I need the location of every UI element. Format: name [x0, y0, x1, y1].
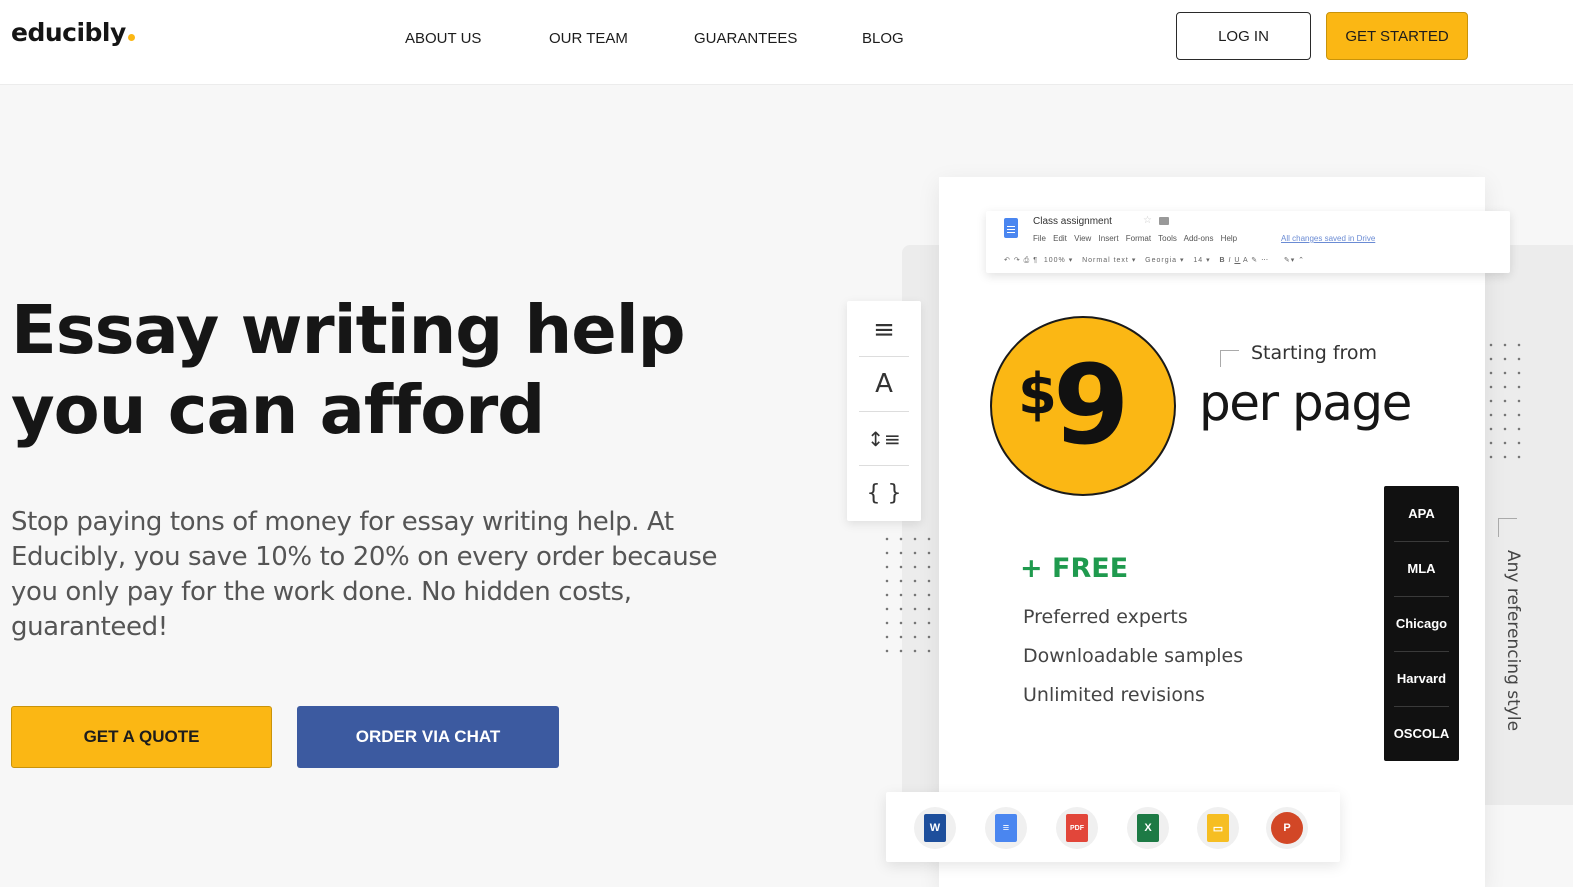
per-page-label: per page [1199, 374, 1412, 432]
font-icon: A [875, 369, 893, 399]
free-item: Preferred experts [1023, 606, 1188, 628]
nav-guarantees[interactable]: GUARANTEES [694, 30, 797, 47]
dot-pattern-left [880, 532, 936, 654]
powerpoint-icon: P [1266, 807, 1308, 849]
docs-badge: ≡ [995, 814, 1017, 842]
edit-mode-icon: ✎▾ [1283, 257, 1296, 264]
zoom-value: 100% [1043, 257, 1066, 264]
logo[interactable]: educibly [11, 18, 135, 47]
pdf-badge: PDF [1066, 814, 1088, 842]
powerpoint-badge: P [1271, 812, 1303, 844]
text-style-value: Normal text [1082, 257, 1129, 264]
font-size-value: 14 [1193, 257, 1204, 264]
login-button[interactable]: LOG IN [1176, 12, 1311, 60]
slides-badge: ▭ [1207, 814, 1229, 842]
folder-icon [1159, 217, 1169, 225]
bracket-decoration [1498, 518, 1517, 537]
nav-our-team[interactable]: OUR TEAM [549, 30, 628, 47]
get-quote-button[interactable]: GET A QUOTE [11, 706, 272, 768]
ref-style-apa: APA [1408, 506, 1435, 521]
redo-icon: ↷ [1013, 257, 1021, 264]
line-spacing-icon: ↕≡ [867, 427, 901, 451]
order-via-chat-button[interactable]: ORDER VIA CHAT [297, 706, 559, 768]
font-value: Georgia [1145, 257, 1178, 264]
text-color-icon: A [1243, 257, 1249, 264]
nav-blog[interactable]: BLOG [862, 30, 904, 47]
hero-subtitle: Stop paying tons of money for essay writ… [11, 507, 718, 642]
format-toolbar: ↶ ↷ ⎙ ¶ 100% ▾ Normal text ▾ Georgia ▾ 1… [1004, 257, 1306, 264]
free-item: Downloadable samples [1023, 645, 1244, 667]
get-started-button[interactable]: GET STARTED [1326, 12, 1468, 60]
excel-badge: X [1137, 814, 1159, 842]
google-docs-icon [1004, 218, 1018, 238]
ref-style-oscola: OSCOLA [1393, 726, 1450, 741]
highlight-icon: ✎ [1251, 257, 1259, 264]
more-icon: ⋯ [1261, 257, 1270, 264]
star-icon: ☆ [1143, 215, 1152, 226]
bold-icon: B [1219, 257, 1226, 264]
ref-style-chicago: Chicago [1395, 616, 1448, 631]
logo-text: educibly [11, 18, 126, 47]
bracket-decoration [1220, 350, 1239, 367]
nav-about-us[interactable]: ABOUT US [405, 30, 481, 47]
saved-status: All changes saved in Drive [1281, 234, 1376, 243]
file-format-bar: W ≡ PDF X ▭ P [886, 792, 1340, 862]
site-header: educibly ABOUT US OUR TEAM GUARANTEES BL… [0, 0, 1573, 85]
pdf-icon: PDF [1056, 807, 1098, 849]
logo-dot [127, 34, 135, 41]
google-docs-icon: ≡ [985, 807, 1027, 849]
free-item: Unlimited revisions [1023, 684, 1205, 706]
price-value: $9 [1018, 340, 1130, 470]
starting-from-label: Starting from [1251, 342, 1378, 364]
ref-style-mla: MLA [1407, 561, 1436, 576]
undo-icon: ↶ [1004, 257, 1011, 264]
italic-icon: I [1228, 257, 1232, 264]
collapse-icon: ⌃ [1298, 257, 1306, 264]
paint-format-icon: ¶ [1033, 257, 1038, 264]
word-badge: W [924, 814, 946, 842]
price-amount: 9 [1052, 341, 1130, 469]
hero-title-line2: you can afford [11, 371, 545, 449]
editor-menu: File Edit View Insert Format Tools Add-o… [1033, 234, 1238, 243]
hero-title: Essay writing help you can afford [11, 290, 771, 450]
editor-toolbar: Class assignment ☆ File Edit View Insert… [986, 211, 1510, 273]
hero-title-line1: Essay writing help [11, 291, 686, 369]
print-icon: ⎙ [1023, 257, 1031, 264]
align-left-icon: ≡ [873, 315, 895, 345]
underline-icon: U [1234, 257, 1241, 264]
referencing-style-list: APA MLA Chicago Harvard OSCOLA [1384, 486, 1459, 761]
price-currency: $ [1018, 362, 1057, 427]
excel-icon: X [1127, 807, 1169, 849]
dot-pattern-right [1484, 338, 1526, 460]
side-toolbar: ≡ A ↕≡ { } [847, 301, 921, 521]
braces-icon: { } [866, 480, 902, 506]
ref-style-harvard: Harvard [1396, 671, 1447, 686]
free-label: + FREE [1020, 553, 1129, 584]
doc-title: Class assignment [1033, 216, 1112, 227]
any-referencing-style-label: Any referencing style [1503, 550, 1523, 732]
word-icon: W [914, 807, 956, 849]
google-slides-icon: ▭ [1197, 807, 1239, 849]
